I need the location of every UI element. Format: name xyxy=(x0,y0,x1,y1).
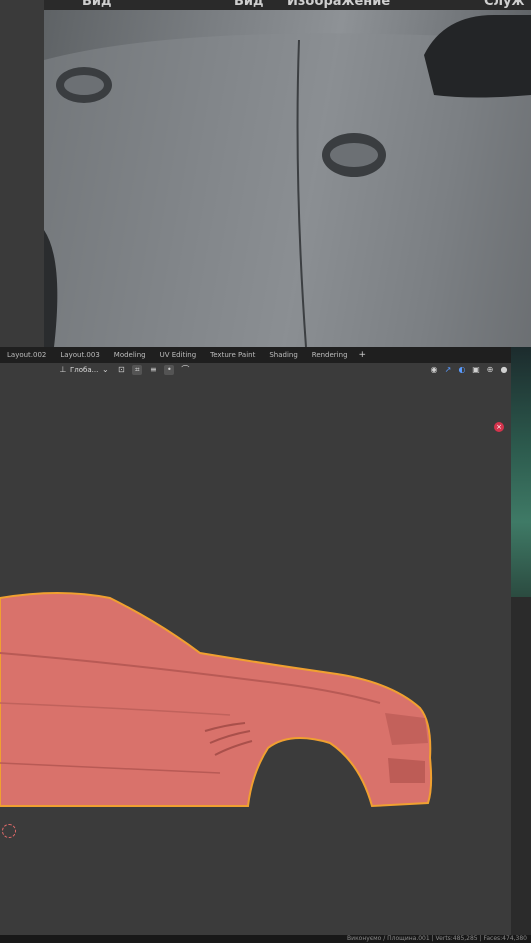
reference-image-panel: Вид Вид Изображение Служ xyxy=(0,0,531,347)
status-text: Виконуємо / Площина.001 | Verts:485,285 … xyxy=(347,935,527,942)
tab-modeling[interactable]: Modeling xyxy=(107,351,153,359)
3d-viewport[interactable]: ⊥ Глоба... ⌄ ⊡ ⌗ ≡ • ⌒ ◉ ↗ ◐ ▣ ⊕ ● × xyxy=(0,363,511,935)
workspace-tabs: Layout.002 Layout.003 Modeling UV Editin… xyxy=(0,347,511,363)
3d-cursor-icon xyxy=(2,824,16,838)
status-bar: Виконуємо / Площина.001 | Verts:485,285 … xyxy=(0,935,531,943)
reference-car-photo: Вид Вид Изображение Служ xyxy=(44,0,531,347)
tab-texture-paint[interactable]: Texture Paint xyxy=(203,351,262,359)
tab-shading[interactable]: Shading xyxy=(262,351,304,359)
car-mesh-model xyxy=(0,592,433,808)
side-reference-photo xyxy=(511,347,531,597)
tab-layout-003[interactable]: Layout.003 xyxy=(53,351,106,359)
car-door-drawing xyxy=(44,15,531,347)
add-workspace-button[interactable]: + xyxy=(355,350,371,360)
panel-left-strip xyxy=(0,0,44,347)
tab-uv-editing[interactable]: UV Editing xyxy=(153,351,204,359)
tab-layout-002[interactable]: Layout.002 xyxy=(0,351,53,359)
tab-rendering[interactable]: Rendering xyxy=(305,351,355,359)
close-icon[interactable]: × xyxy=(494,422,504,432)
